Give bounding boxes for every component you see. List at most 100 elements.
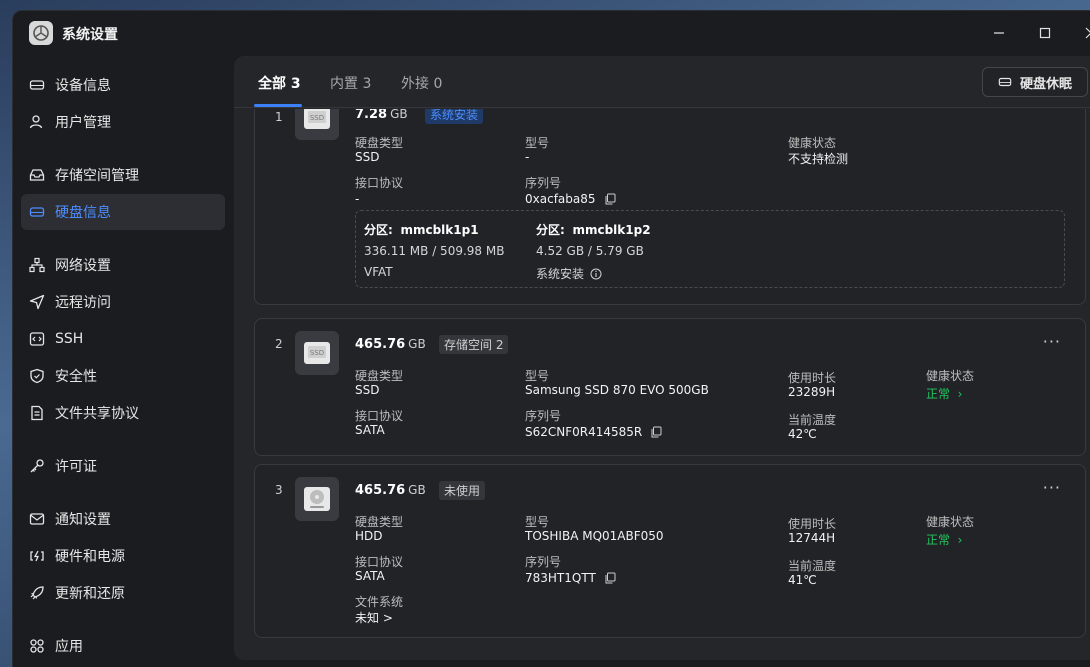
ssd-icon: SSD — [295, 331, 339, 375]
partition-name: 分区: mmcblk1p1 — [364, 223, 479, 237]
key-icon — [30, 459, 44, 473]
settings-window: 系统设置 设备信息 用户管理 存储空间管理 硬盘信息 网络设置 远程访问 SSH… — [12, 10, 1090, 667]
sidebar-item-label: 应用 — [55, 639, 83, 655]
sidebar-item-label: 网络设置 — [55, 258, 111, 274]
hdd-disk-icon — [295, 477, 339, 521]
sidebar-item-hardware-power[interactable]: 硬件和电源 — [21, 538, 225, 574]
filesystem-link[interactable]: 未知 > — [355, 609, 393, 626]
more-options-button[interactable]: ··· — [1043, 478, 1061, 497]
disk-list: 1 SSD 7.28 GB 系统安装 硬盘类型 SSD 型号 - 健康状态 不支持… — [234, 109, 1090, 660]
power-icon — [30, 550, 44, 562]
uptime-label: 使用时长 — [788, 517, 837, 531]
partition-box: 分区: mmcblk1p1 336.11 MB / 509.98 MB VFAT… — [355, 210, 1065, 288]
main-panel: 全部 3 内置 3 外接 0 硬盘休眠 1 SSD 7.28 GB 系统安装 硬盘… — [234, 56, 1090, 660]
uptime-label: 使用时长 — [788, 371, 837, 385]
interface-label: 接口协议 — [355, 409, 404, 423]
disk-card: 3 465.76 GB 未使用 ··· 硬盘类型 HDD 型号 TOSHIBA M… — [254, 464, 1086, 638]
model-value: Samsung SSD 870 EVO 500GB — [525, 383, 709, 397]
uptime-value: 12744H — [788, 531, 836, 545]
interface-value: - — [355, 192, 360, 206]
tab-bar: 全部 3 内置 3 外接 0 硬盘休眠 — [234, 56, 1090, 108]
tab-external[interactable]: 外接 0 — [401, 73, 442, 93]
sidebar-item-notifications[interactable]: 通知设置 — [21, 501, 225, 537]
tab-internal[interactable]: 内置 3 — [330, 73, 371, 93]
disk-capacity: 7.28 GB — [355, 109, 408, 122]
mail-icon — [29, 513, 45, 525]
sidebar-item-ssh[interactable]: SSH — [21, 321, 225, 357]
health-status-link[interactable]: 正常 › — [926, 531, 962, 548]
sidebar-item-label: 通知设置 — [55, 512, 111, 528]
sidebar-item-label: 许可证 — [55, 459, 97, 475]
sidebar-item-label: 安全性 — [55, 369, 97, 385]
sidebar-item-storage[interactable]: 存储空间管理 — [21, 157, 225, 193]
sidebar-item-label: 文件共享协议 — [55, 406, 139, 422]
disk-index: 2 — [275, 337, 283, 351]
send-icon — [29, 294, 45, 310]
health-label: 健康状态 — [926, 515, 975, 529]
sidebar-item-network[interactable]: 网络设置 — [21, 247, 225, 283]
status-badge: 存储空间 2 — [439, 335, 509, 354]
partition-filesystem: VFAT — [364, 265, 393, 279]
serial-value: 0xacfaba85 — [525, 192, 616, 206]
disk-index: 1 — [275, 110, 283, 124]
svg-text:SSD: SSD — [310, 349, 324, 357]
partition-filesystem: 系统安装 — [536, 265, 602, 282]
disk-icon — [998, 77, 1012, 87]
serial-value: S62CNF0R414585R — [525, 425, 662, 439]
disk-index: 3 — [275, 483, 283, 497]
interface-label: 接口协议 — [355, 176, 404, 190]
health-value: 不支持检测 — [788, 152, 849, 166]
apps-icon — [30, 639, 44, 653]
disk-sleep-button[interactable]: 硬盘休眠 — [982, 67, 1088, 97]
partition-usage: 336.11 MB / 509.98 MB — [364, 244, 505, 258]
copy-icon[interactable] — [604, 572, 616, 584]
sidebar-item-label: 硬件和电源 — [55, 549, 125, 565]
model-label: 型号 — [525, 369, 550, 383]
sidebar-item-label: 远程访问 — [55, 295, 111, 311]
interface-label: 接口协议 — [355, 555, 404, 569]
health-status-link[interactable]: 正常 › — [926, 385, 962, 402]
tab-all[interactable]: 全部 3 — [258, 73, 301, 93]
filesystem-label: 文件系统 — [355, 595, 404, 609]
uptime-value: 23289H — [788, 385, 836, 399]
status-badge: 系统安装 — [425, 109, 484, 124]
title-bar: 系统设置 — [13, 11, 1090, 55]
chevron-right-icon: › — [950, 387, 963, 401]
temperature-label: 当前温度 — [788, 559, 837, 573]
copy-icon[interactable] — [650, 426, 662, 438]
code-icon — [29, 332, 45, 346]
sidebar-item-security[interactable]: 安全性 — [21, 358, 225, 394]
sidebar-item-label: 存储空间管理 — [55, 168, 139, 184]
sidebar-item-label: SSH — [55, 331, 84, 347]
model-label: 型号 — [525, 515, 550, 529]
sidebar-item-remote-access[interactable]: 远程访问 — [21, 284, 225, 320]
sidebar-item-user-management[interactable]: 用户管理 — [21, 104, 225, 140]
sidebar-item-label: 硬盘信息 — [55, 205, 111, 221]
app-logo-icon — [29, 21, 53, 45]
sidebar-item-apps[interactable]: 应用 — [21, 628, 225, 664]
sidebar-item-update-restore[interactable]: 更新和还原 — [21, 575, 225, 611]
maximize-icon[interactable] — [1035, 23, 1055, 43]
ssd-icon: SSD — [295, 109, 339, 140]
network-icon — [29, 257, 45, 273]
disk-type-label: 硬盘类型 — [355, 136, 404, 150]
window-title: 系统设置 — [62, 27, 118, 43]
sidebar-item-device-info[interactable]: 设备信息 — [21, 67, 225, 103]
copy-icon[interactable] — [604, 193, 616, 205]
close-icon[interactable] — [1081, 23, 1090, 43]
health-label: 健康状态 — [788, 136, 837, 150]
more-options-button[interactable]: ··· — [1043, 332, 1061, 351]
interface-value: SATA — [355, 423, 385, 437]
disk-card: 2 SSD 465.76 GB 存储空间 2 ··· 硬盘类型 SSD 型号 Sa… — [254, 318, 1086, 456]
disk-type-value: SSD — [355, 383, 380, 397]
serial-value: 783HT1QTT — [525, 571, 616, 585]
chevron-right-icon: › — [950, 533, 963, 547]
minimize-icon[interactable] — [989, 23, 1009, 43]
active-tab-indicator — [254, 104, 302, 107]
info-icon[interactable] — [590, 268, 602, 280]
model-value: - — [525, 150, 530, 164]
sidebar-item-disk-info[interactable]: 硬盘信息 — [21, 194, 225, 230]
sidebar-item-license[interactable]: 许可证 — [21, 448, 225, 484]
shield-icon — [30, 368, 44, 384]
sidebar-item-file-sharing[interactable]: 文件共享协议 — [21, 395, 225, 431]
